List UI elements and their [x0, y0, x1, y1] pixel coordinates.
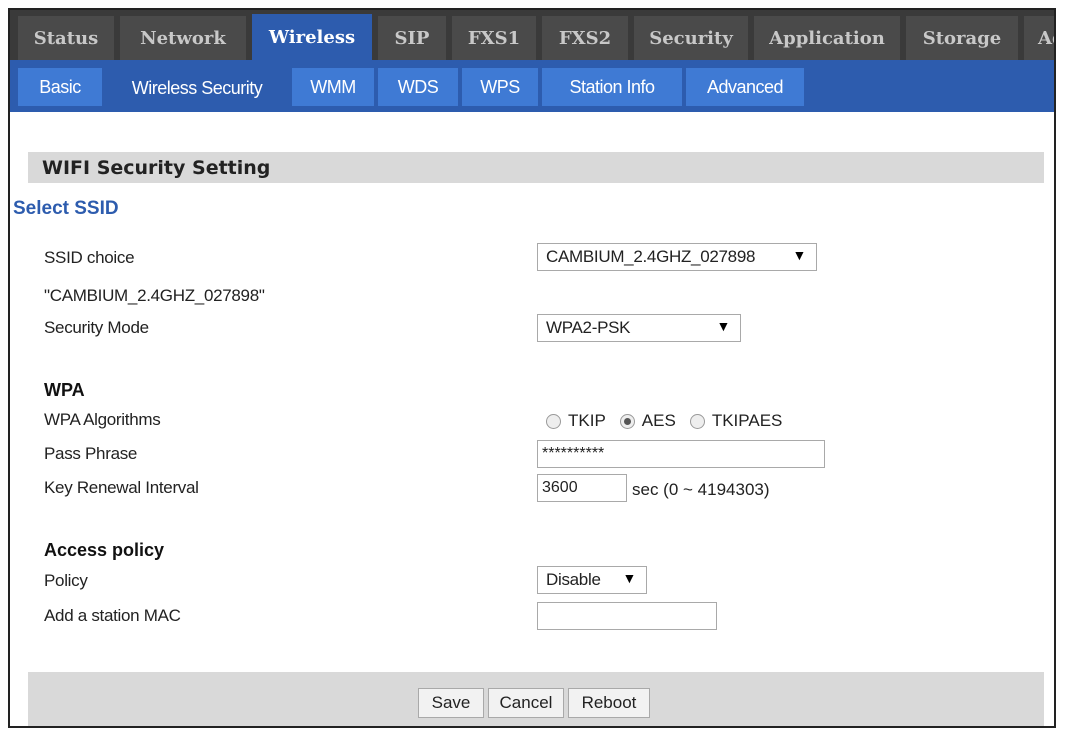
wpa-heading: WPA	[44, 380, 85, 400]
key-renewal-input[interactable]	[537, 474, 627, 502]
save-button[interactable]: Save	[418, 688, 484, 718]
ssid-choice-select[interactable]: CAMBIUM_2.4GHZ_027898 ▼	[537, 243, 817, 271]
security-mode-label: Security Mode	[44, 318, 149, 337]
pass-phrase-label: Pass Phrase	[44, 444, 138, 463]
caret-down-icon: ▼	[792, 247, 806, 263]
wpa-algorithms-radios: TKIP AES TKIPAES	[546, 408, 796, 434]
tab-application[interactable]: Application	[754, 16, 900, 60]
security-mode-value: WPA2-PSK	[546, 318, 631, 337]
tab-storage[interactable]: Storage	[906, 16, 1018, 60]
select-ssid-heading: Select SSID	[13, 198, 119, 219]
radio-icon	[546, 413, 561, 429]
pass-phrase-input[interactable]	[537, 440, 825, 468]
tab-fxs2[interactable]: FXS2	[542, 16, 628, 60]
subtab-advanced[interactable]: Advanced	[686, 68, 804, 106]
cancel-button[interactable]: Cancel	[488, 688, 564, 718]
policy-select[interactable]: Disable ▼	[537, 566, 647, 594]
add-mac-input[interactable]	[537, 602, 717, 630]
subtab-wireless-security[interactable]: Wireless Security	[106, 65, 288, 112]
top-nav: Status Network Wireless SIP FXS1 FXS2 Se…	[10, 10, 1054, 60]
tab-status[interactable]: Status	[18, 16, 114, 60]
tab-sip[interactable]: SIP	[378, 16, 446, 60]
sub-nav: Basic Wireless Security WMM WDS WPS Stat…	[10, 60, 1054, 112]
radio-icon	[619, 413, 635, 429]
tab-security[interactable]: Security	[634, 16, 748, 60]
radio-aes-label: AES	[641, 411, 676, 430]
ssid-choice-label: SSID choice	[44, 248, 135, 267]
page-frame: Status Network Wireless SIP FXS1 FXS2 Se…	[8, 8, 1056, 728]
radio-icon	[689, 413, 705, 429]
tab-wireless[interactable]: Wireless	[252, 14, 372, 60]
subtab-wmm[interactable]: WMM	[292, 68, 374, 106]
subtab-basic[interactable]: Basic	[18, 68, 102, 106]
radio-tkip-label: TKIP	[568, 411, 606, 430]
subtab-wds[interactable]: WDS	[378, 68, 458, 106]
ssid-quoted-text: "CAMBIUM_2.4GHZ_027898"	[44, 286, 265, 305]
policy-label: Policy	[44, 571, 88, 590]
subtab-station-info[interactable]: Station Info	[542, 68, 682, 106]
tab-network[interactable]: Network	[120, 16, 246, 60]
caret-down-icon: ▼	[622, 570, 636, 586]
caret-down-icon: ▼	[716, 318, 730, 334]
tab-advanced-partial[interactable]: Ad	[1024, 16, 1054, 60]
section-title: WIFI Security Setting	[28, 152, 1044, 183]
security-mode-select[interactable]: WPA2-PSK ▼	[537, 314, 741, 342]
subtab-wps[interactable]: WPS	[462, 68, 538, 106]
ssid-choice-value: CAMBIUM_2.4GHZ_027898	[546, 247, 756, 266]
radio-tkipaes[interactable]: TKIPAES	[689, 411, 783, 431]
key-renewal-unit: sec (0 ~ 4194303)	[632, 480, 770, 499]
policy-value: Disable	[546, 570, 601, 589]
tab-fxs1[interactable]: FXS1	[452, 16, 536, 60]
wpa-algorithms-label: WPA Algorithms	[44, 410, 161, 429]
radio-tkipaes-label: TKIPAES	[711, 411, 783, 430]
key-renewal-label: Key Renewal Interval	[44, 478, 199, 497]
radio-aes[interactable]: AES	[619, 411, 676, 431]
access-policy-heading: Access policy	[44, 540, 165, 560]
radio-tkip[interactable]: TKIP	[546, 411, 606, 431]
reboot-button[interactable]: Reboot	[568, 688, 650, 718]
add-mac-label: Add a station MAC	[44, 606, 181, 625]
